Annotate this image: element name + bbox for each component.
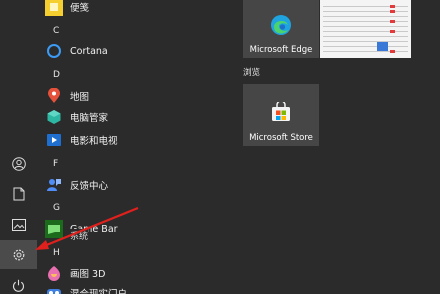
- settings-button[interactable]: [0, 240, 37, 269]
- sticky-notes-icon: [45, 0, 63, 16]
- tile-microsoft-edge[interactable]: Microsoft Edge: [243, 0, 319, 58]
- section-letter-c[interactable]: C: [53, 26, 59, 36]
- game-bar-icon: [45, 220, 63, 238]
- mixed-reality-icon: [45, 284, 63, 294]
- app-label: Cortana: [70, 45, 108, 57]
- app-item-cortana[interactable]: Cortana: [45, 41, 108, 61]
- documents-button[interactable]: [0, 179, 37, 208]
- settings-icon: [13, 249, 24, 260]
- edge-icon: [271, 15, 291, 35]
- paint-3d-icon: [45, 264, 63, 282]
- tile-group-title: 浏览: [243, 68, 261, 78]
- user-icon: [11, 156, 26, 171]
- app-label: 地图: [70, 92, 90, 103]
- live-tile-thumbnail[interactable]: [320, 0, 411, 58]
- documents-icon: [13, 187, 24, 200]
- app-item-maps[interactable]: 地图: [45, 86, 89, 106]
- cortana-icon: [45, 42, 63, 60]
- start-menu-rail: [0, 0, 37, 294]
- tile-label: Microsoft Store: [249, 133, 313, 143]
- app-label: 便笺: [70, 3, 90, 14]
- app-item-mixed-reality[interactable]: 混合现实门户: [45, 283, 127, 294]
- section-letter-f[interactable]: F: [53, 159, 58, 169]
- maps-icon: [45, 87, 63, 105]
- tile-label: Microsoft Edge: [249, 45, 313, 55]
- app-label: 混合现实门户: [70, 286, 127, 294]
- pc-manager-icon: [45, 108, 63, 126]
- pictures-icon: [11, 218, 26, 231]
- app-item-pc-manager[interactable]: 电脑管家: [45, 107, 108, 127]
- pictures-button[interactable]: [0, 210, 37, 239]
- tooltip: 系统: [70, 229, 89, 242]
- power-button[interactable]: [0, 271, 37, 294]
- user-account-button[interactable]: [0, 149, 37, 178]
- app-item-feedback-hub[interactable]: 反馈中心: [45, 175, 108, 195]
- power-icon: [12, 279, 25, 292]
- section-letter-h[interactable]: H: [53, 248, 60, 258]
- store-icon: [272, 102, 290, 121]
- app-label: 画图 3D: [70, 269, 106, 280]
- app-list: 便笺 C Cortana D 地图 电脑管家 电影和电视 F 反馈中心 G Ga…: [37, 0, 227, 294]
- feedback-hub-icon: [45, 176, 63, 194]
- app-item-sticky-notes[interactable]: 便笺: [45, 0, 89, 17]
- section-letter-g[interactable]: G: [53, 203, 60, 213]
- app-label: 电脑管家: [70, 113, 109, 124]
- tile-microsoft-store[interactable]: Microsoft Store: [243, 84, 319, 146]
- movies-tv-icon: [45, 131, 63, 149]
- app-label: 电影和电视: [70, 136, 118, 147]
- app-item-paint-3d[interactable]: 画图 3D: [45, 263, 105, 283]
- app-label: 反馈中心: [70, 181, 109, 192]
- app-item-movies-tv[interactable]: 电影和电视: [45, 130, 118, 150]
- pinned-tiles: Microsoft Edge 浏览 Microsoft Store: [232, 0, 440, 294]
- section-letter-d[interactable]: D: [53, 70, 60, 80]
